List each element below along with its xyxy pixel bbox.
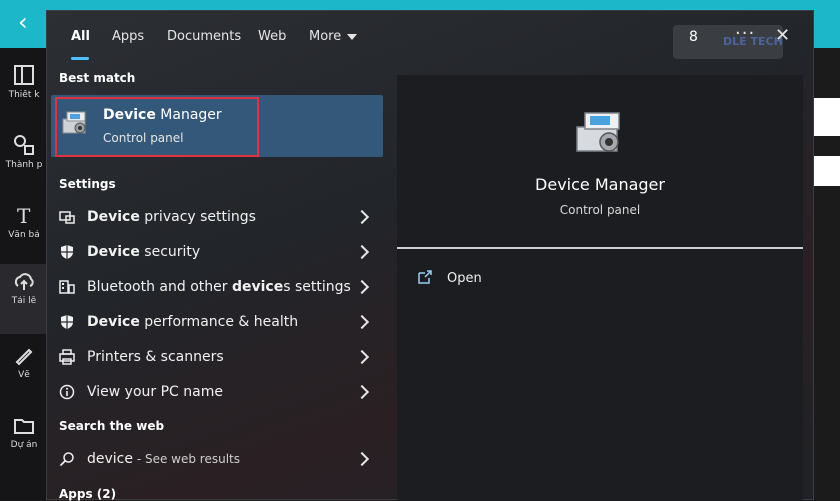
chevron-down-icon: [347, 33, 358, 40]
settings-item-label: Device privacy settings: [87, 209, 256, 225]
active-tab-indicator: [71, 57, 89, 60]
chevron-right-icon: [354, 384, 370, 400]
settings-item-label: Device performance & health: [87, 314, 299, 330]
detail-pane: Device Manager Control panel Open: [397, 75, 803, 501]
folder-icon: [14, 419, 34, 434]
sidebar-item-upload[interactable]: Tải lê: [0, 264, 48, 334]
settings-item-label: Device security: [87, 244, 201, 260]
settings-heading: Settings: [59, 177, 116, 191]
detail-subtitle: Control panel: [559, 203, 641, 217]
results-list: Best match Device Manager Control panel …: [47, 63, 383, 501]
chevron-right-icon: [354, 244, 370, 260]
chevron-right-icon: [354, 209, 370, 225]
device-manager-icon: [576, 112, 620, 152]
shield-icon: [61, 315, 73, 329]
sidebar-item-design[interactable]: Thiết k: [0, 58, 48, 128]
device-manager-icon: [62, 111, 86, 134]
layout-icon: [14, 65, 34, 85]
bluetooth-devices-icon: [59, 280, 75, 294]
settings-item-bluetooth-devices[interactable]: Bluetooth and other devices settings: [51, 271, 383, 303]
tab-more-label: More: [309, 29, 342, 44]
sidebar-item-text[interactable]: T Văn bả: [0, 198, 48, 268]
tab-documents[interactable]: Documents: [167, 29, 241, 44]
sidebar-item-projects[interactable]: Dự án: [0, 408, 48, 478]
printer-icon: [59, 349, 75, 365]
settings-item-device-privacy[interactable]: Device privacy settings: [51, 201, 383, 233]
settings-item-device-security[interactable]: Device security: [51, 236, 383, 268]
settings-item-label: View your PC name: [87, 384, 223, 400]
settings-item-device-performance[interactable]: Device performance & health: [51, 306, 383, 338]
search-web-heading: Search the web: [59, 419, 165, 433]
open-label: Open: [447, 271, 482, 286]
best-match-subtitle: Control panel: [103, 131, 184, 145]
pen-icon: [15, 348, 33, 366]
best-match-title: Device Manager: [103, 107, 222, 123]
chevron-right-icon: [354, 451, 370, 467]
settings-item-label: Bluetooth and other devices settings: [87, 279, 351, 295]
web-search-result[interactable]: device - See web results: [51, 443, 383, 475]
detail-divider: [397, 247, 803, 249]
sidebar-item-draw[interactable]: Vẽ: [0, 338, 48, 408]
chevron-right-icon: [354, 349, 370, 365]
chevron-right-icon: [354, 279, 370, 295]
apps-heading: Apps (2): [59, 487, 117, 501]
shapes-icon: [14, 135, 34, 155]
more-options-icon[interactable]: ···: [735, 23, 755, 44]
chevron-right-icon: [354, 314, 370, 330]
tab-all[interactable]: All: [71, 29, 90, 44]
settings-item-label: Printers & scanners: [87, 349, 224, 365]
shield-icon: [61, 245, 73, 259]
settings-item-printers-scanners[interactable]: Printers & scanners: [51, 341, 383, 373]
privacy-icon: [59, 211, 75, 224]
title-rest: Manager: [155, 107, 222, 123]
background-app-content: [812, 48, 840, 500]
detail-title: Device Manager: [535, 175, 665, 194]
background-app-sidebar: Thiết k Thành p T Văn bả Tải lê Vẽ Dự án: [0, 48, 48, 500]
text-icon: T: [17, 204, 31, 226]
best-match-heading: Best match: [59, 71, 136, 85]
tab-more[interactable]: More: [309, 29, 358, 44]
open-icon: [418, 270, 432, 284]
sidebar-item-components[interactable]: Thành p: [0, 128, 48, 198]
settings-item-view-pc-name[interactable]: View your PC name: [51, 376, 383, 408]
badge-count: 8: [689, 29, 698, 45]
search-icon: [59, 452, 74, 467]
search-panel: All Apps Documents Web More 8 DLE TECH ·…: [46, 10, 814, 501]
svg-text:T: T: [17, 204, 31, 226]
background-white-block: [812, 98, 840, 136]
title-bold: Device: [103, 107, 156, 123]
tab-web[interactable]: Web: [258, 29, 286, 44]
web-search-label: device - See web results: [87, 451, 240, 467]
cloud-upload-icon: [14, 273, 34, 290]
close-icon[interactable]: ✕: [775, 25, 790, 46]
rewards-badge[interactable]: 8 DLE TECH: [673, 25, 783, 59]
info-icon: [59, 384, 75, 400]
background-white-block: [812, 156, 840, 186]
search-tabs: All Apps Documents Web More 8 DLE TECH ·…: [47, 11, 813, 63]
back-arrow-icon[interactable]: ‹: [18, 8, 28, 36]
tab-apps[interactable]: Apps: [112, 29, 144, 44]
